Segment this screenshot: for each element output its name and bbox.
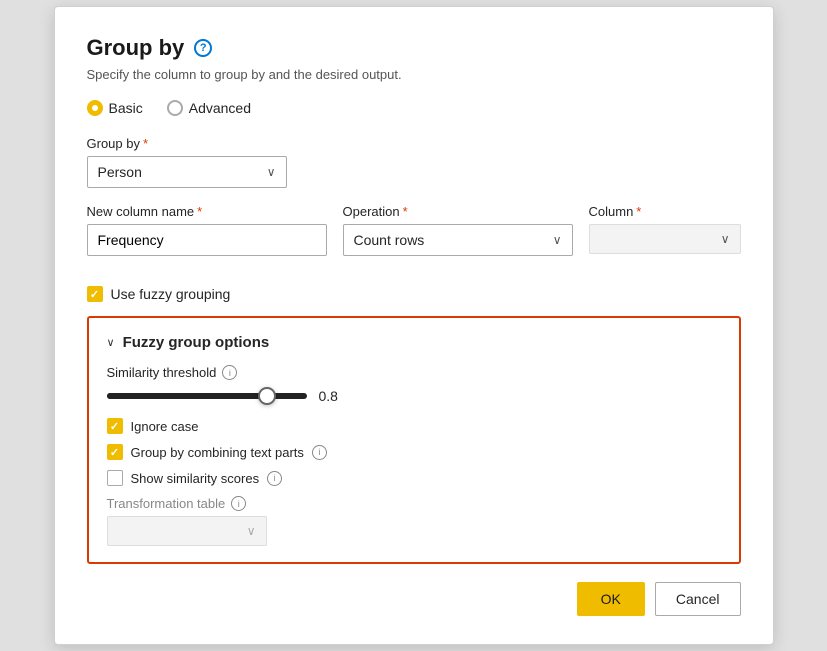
dialog-title-row: Group by ? <box>87 35 741 61</box>
group-combining-info-icon[interactable]: i <box>312 445 327 460</box>
column-required: * <box>636 204 641 219</box>
new-column-required: * <box>197 204 202 219</box>
radio-basic[interactable]: Basic <box>87 100 143 116</box>
transformation-label-row: Transformation table i <box>107 496 721 511</box>
help-icon[interactable]: ? <box>194 39 212 57</box>
group-by-dialog: Group by ? Specify the column to group b… <box>54 6 774 645</box>
fuzzy-group-options-box: ∨ Fuzzy group options Similarity thresho… <box>87 316 741 564</box>
use-fuzzy-grouping-row[interactable]: Use fuzzy grouping <box>87 286 741 302</box>
operation-required: * <box>403 204 408 219</box>
radio-advanced-circle <box>167 100 183 116</box>
three-col-row: New column name * Operation * Count rows… <box>87 204 741 272</box>
dialog-footer: OK Cancel <box>87 582 741 616</box>
group-combining-label: Group by combining text parts <box>131 445 304 460</box>
similarity-info-icon[interactable]: i <box>222 365 237 380</box>
radio-advanced[interactable]: Advanced <box>167 100 251 116</box>
ok-button[interactable]: OK <box>577 582 645 616</box>
ignore-case-checkbox[interactable] <box>107 418 123 434</box>
group-by-chevron-icon: ∨ <box>267 165 276 179</box>
new-column-label: New column name * <box>87 204 327 219</box>
fuzzy-collapse-icon[interactable]: ∨ <box>107 336 115 349</box>
radio-basic-circle <box>87 100 103 116</box>
group-by-field-group: Group by * Person ∨ <box>87 136 741 188</box>
transformation-info-icon[interactable]: i <box>231 496 246 511</box>
operation-chevron-icon: ∨ <box>553 233 562 247</box>
transformation-label-text: Transformation table <box>107 496 226 511</box>
group-by-value: Person <box>98 164 267 180</box>
new-column-input[interactable] <box>87 224 327 256</box>
show-similarity-scores-label: Show similarity scores <box>131 471 260 486</box>
column-chevron-icon: ∨ <box>721 232 730 246</box>
group-by-label: Group by * <box>87 136 741 151</box>
similarity-threshold-label: Similarity threshold <box>107 365 217 380</box>
ignore-case-label: Ignore case <box>131 419 199 434</box>
operation-value: Count rows <box>354 232 553 248</box>
use-fuzzy-grouping-label: Use fuzzy grouping <box>111 286 231 302</box>
fuzzy-title: Fuzzy group options <box>123 334 270 351</box>
transformation-table-section: Transformation table i ∨ <box>107 496 721 546</box>
slider-track[interactable] <box>107 393 307 399</box>
column-label: Column * <box>589 204 741 219</box>
column-field: Column * ∨ <box>589 204 741 256</box>
ignore-case-row[interactable]: Ignore case <box>107 418 721 434</box>
fuzzy-title-row: ∨ Fuzzy group options <box>107 334 721 351</box>
show-similarity-info-icon[interactable]: i <box>267 471 282 486</box>
group-combining-row[interactable]: Group by combining text parts i <box>107 444 721 460</box>
new-column-name-field: New column name * <box>87 204 327 256</box>
transformation-table-select[interactable]: ∨ <box>107 516 267 546</box>
group-by-required: * <box>143 136 148 151</box>
slider-thumb[interactable] <box>258 387 276 405</box>
show-similarity-scores-row[interactable]: Show similarity scores i <box>107 470 721 486</box>
radio-basic-label: Basic <box>109 100 143 116</box>
slider-fill <box>107 393 267 399</box>
dialog-title: Group by <box>87 35 185 61</box>
group-by-select[interactable]: Person ∨ <box>87 156 287 188</box>
column-select[interactable]: ∨ <box>589 224 741 254</box>
operation-select[interactable]: Count rows ∨ <box>343 224 573 256</box>
dialog-subtitle: Specify the column to group by and the d… <box>87 67 741 82</box>
cancel-button[interactable]: Cancel <box>655 582 741 616</box>
show-similarity-scores-checkbox[interactable] <box>107 470 123 486</box>
similarity-label-row: Similarity threshold i <box>107 365 721 380</box>
operation-label: Operation * <box>343 204 573 219</box>
use-fuzzy-grouping-checkbox[interactable] <box>87 286 103 302</box>
radio-group: Basic Advanced <box>87 100 741 116</box>
slider-row: 0.8 <box>107 388 721 404</box>
operation-field: Operation * Count rows ∨ <box>343 204 573 256</box>
group-combining-checkbox[interactable] <box>107 444 123 460</box>
radio-advanced-label: Advanced <box>189 100 251 116</box>
transformation-table-chevron-icon: ∨ <box>247 524 256 538</box>
slider-value: 0.8 <box>319 388 347 404</box>
similarity-threshold-section: Similarity threshold i 0.8 <box>107 365 721 404</box>
